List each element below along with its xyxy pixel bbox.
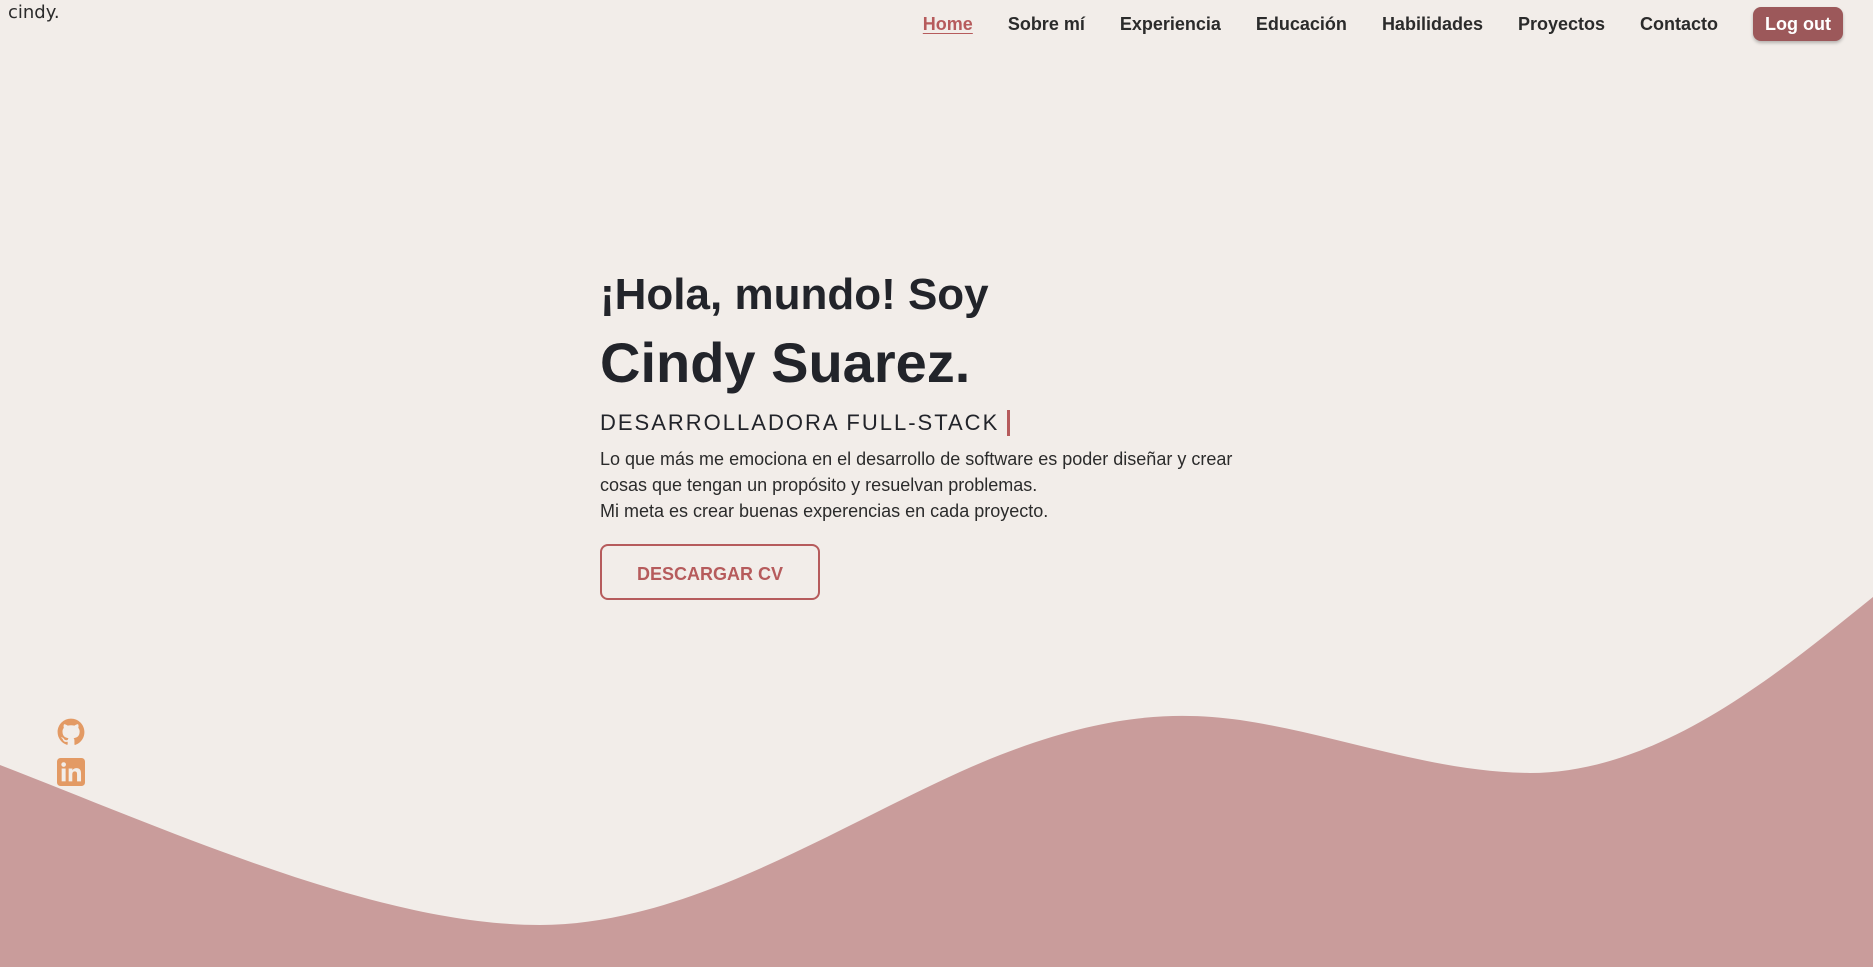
nav-item-contacto[interactable]: Contacto [1640, 8, 1718, 40]
download-cv-button[interactable]: DESCARGAR CV [600, 544, 821, 600]
github-link[interactable] [57, 718, 85, 746]
site-logo[interactable]: cindy. [8, 2, 60, 23]
main-nav: Home Sobre mí Experiencia Educación Habi… [923, 6, 1843, 41]
social-links [57, 718, 85, 798]
logout-button[interactable]: Log out [1753, 7, 1843, 41]
page: cindy. Home Sobre mí Experiencia Educaci… [0, 0, 1873, 967]
nav-item-proyectos[interactable]: Proyectos [1518, 8, 1605, 40]
role-row: Desarrolladora Full-Stack [600, 410, 1300, 436]
nav-item-educacion[interactable]: Educación [1256, 8, 1347, 40]
github-icon [57, 718, 85, 745]
nav-item-sobre-mi[interactable]: Sobre mí [1008, 8, 1085, 40]
linkedin-link[interactable] [57, 758, 85, 786]
linkedin-icon [57, 758, 85, 786]
typing-caret [1007, 410, 1011, 436]
hero-section: ¡Hola, mundo! Soy Cindy Suarez. Desarrol… [600, 268, 1300, 600]
hero-role: Desarrolladora Full-Stack [600, 410, 1000, 435]
nav-item-experiencia[interactable]: Experiencia [1120, 8, 1221, 40]
hero-description: Lo que más me emociona en el desarrollo … [600, 446, 1240, 524]
hero-description-line-1: Lo que más me emociona en el desarrollo … [600, 449, 1233, 495]
nav-item-home[interactable]: Home [923, 8, 973, 40]
nav-item-habilidades[interactable]: Habilidades [1382, 8, 1483, 40]
hero-name: Cindy Suarez. [600, 331, 971, 394]
hero-greeting: ¡Hola, mundo! Soy [600, 270, 989, 319]
hero-description-line-2: Mi meta es crear buenas experencias en c… [600, 501, 1049, 521]
